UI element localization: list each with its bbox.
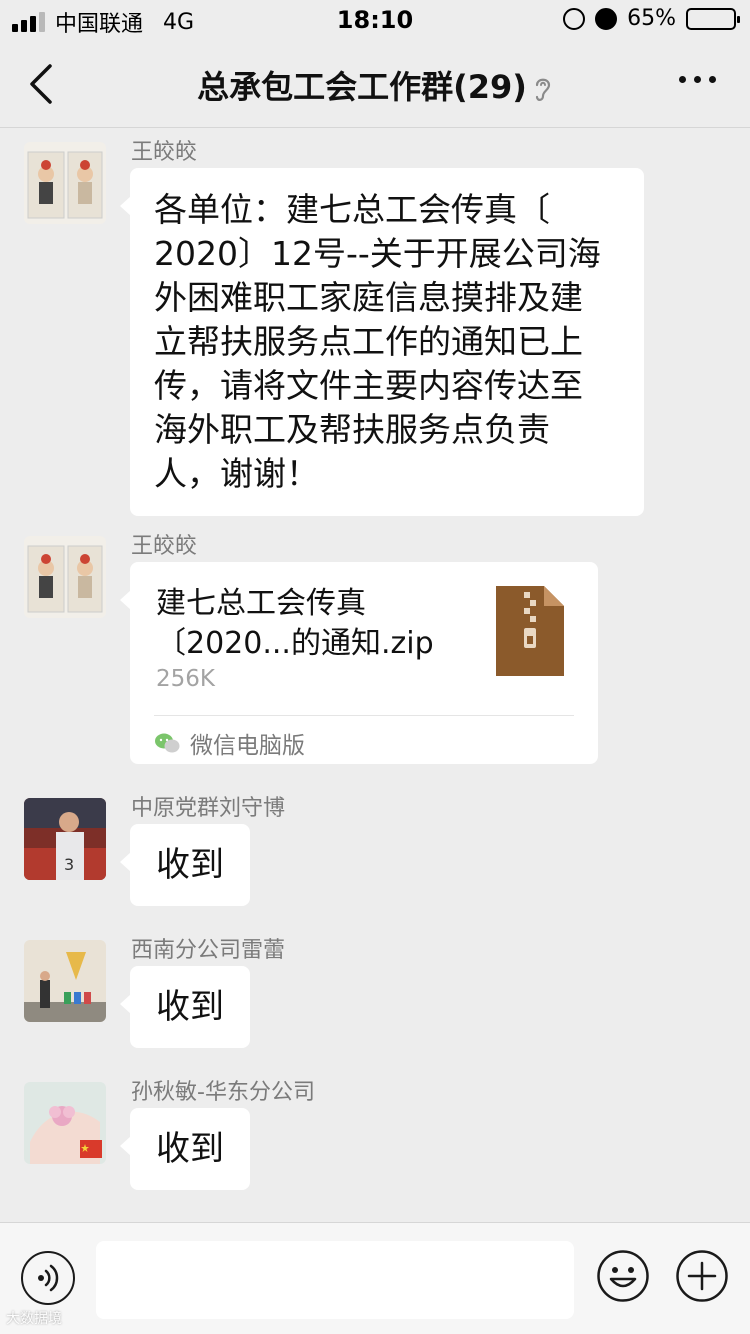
file-name: 建七总工会传真 〔2020...的通知.zip bbox=[156, 584, 476, 664]
file-name-line: 建七总工会传真 bbox=[156, 586, 366, 621]
emoji-button[interactable] bbox=[596, 1249, 650, 1303]
status-bar: 中国联通 4G 18:10 65% bbox=[0, 0, 750, 40]
avatar[interactable] bbox=[24, 142, 106, 224]
message-bubble[interactable]: 收到 bbox=[120, 966, 250, 1048]
status-right: 65% bbox=[563, 6, 740, 31]
avatar[interactable] bbox=[24, 1082, 106, 1164]
file-source: 微信电脑版 bbox=[154, 726, 305, 760]
file-source-label: 微信电脑版 bbox=[190, 733, 305, 759]
battery-percent: 65% bbox=[627, 6, 676, 31]
message-bubble[interactable]: 收到 bbox=[120, 824, 250, 906]
avatar[interactable] bbox=[24, 940, 106, 1022]
nav-bar: 总承包工会工作群(29) bbox=[0, 40, 750, 128]
file-name-line: 〔2020...的通知.zip bbox=[156, 626, 434, 661]
add-more-button[interactable] bbox=[675, 1249, 729, 1303]
sender-name: 西南分公司雷蕾 bbox=[131, 938, 286, 963]
message-bubble[interactable]: 收到 bbox=[120, 1108, 250, 1190]
more-options-button[interactable] bbox=[679, 76, 716, 83]
message-text: 收到 bbox=[156, 1129, 224, 1169]
ear-icon bbox=[535, 78, 550, 101]
message-line: 各单位：建七总工会传真〔 bbox=[154, 190, 550, 229]
message-line: 2020〕12号--关于开展公司海 bbox=[154, 234, 601, 273]
file-message-card[interactable]: 建七总工会传真 〔2020...的通知.zip 256K 微信电脑版 bbox=[120, 562, 598, 764]
divider bbox=[154, 715, 574, 716]
rotation-lock-icon bbox=[563, 7, 586, 30]
file-size: 256K bbox=[156, 666, 215, 692]
message-line: 外困难职工家庭信息摸排及建 bbox=[154, 278, 583, 317]
avatar[interactable] bbox=[24, 536, 106, 618]
svg-text:3: 3 bbox=[64, 855, 74, 874]
message-input[interactable] bbox=[96, 1241, 574, 1319]
watermark: 大数据境 bbox=[6, 1311, 62, 1327]
voice-input-button[interactable] bbox=[21, 1251, 75, 1305]
chat-title: 总承包工会工作群(29) bbox=[0, 62, 750, 108]
chat-title-text: 总承包工会工作群(29) bbox=[197, 68, 527, 106]
sender-name: 中原党群刘守博 bbox=[131, 796, 286, 821]
alarm-icon bbox=[595, 7, 618, 30]
message-line: 人，谢谢！ bbox=[154, 454, 319, 493]
battery-icon bbox=[686, 7, 740, 30]
message-line: 传，请将文件主要内容传达至 bbox=[154, 366, 583, 405]
message-bubble[interactable]: 各单位：建七总工会传真〔 2020〕12号--关于开展公司海 外困难职工家庭信息… bbox=[120, 168, 644, 516]
sender-name: 王皎皎 bbox=[131, 140, 198, 165]
message-text: 收到 bbox=[156, 845, 224, 885]
message-line: 立帮扶服务点工作的通知已上 bbox=[154, 322, 583, 361]
voice-icon bbox=[37, 1264, 58, 1291]
sender-name: 孙秋敏-华东分公司 bbox=[131, 1080, 315, 1105]
message-text: 收到 bbox=[156, 987, 224, 1027]
wechat-icon bbox=[155, 733, 180, 753]
avatar[interactable]: 3 bbox=[24, 798, 106, 880]
message-line: 海外职工及帮扶服务点负责 bbox=[154, 410, 550, 449]
sender-name: 王皎皎 bbox=[131, 534, 198, 559]
zip-file-icon bbox=[496, 586, 564, 676]
input-bar bbox=[0, 1222, 750, 1334]
